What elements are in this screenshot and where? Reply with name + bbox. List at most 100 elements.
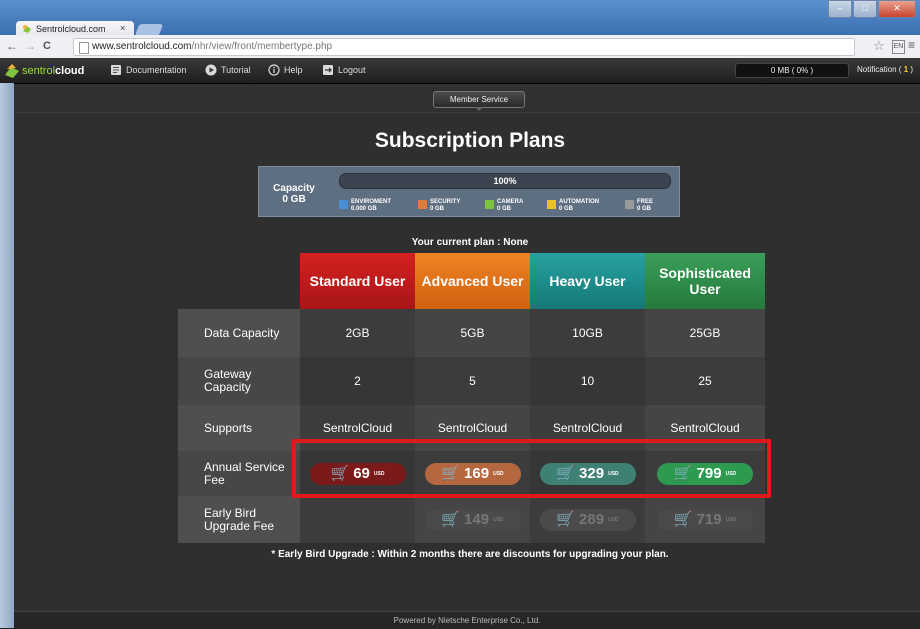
play-icon xyxy=(205,64,217,76)
nav-label: Logout xyxy=(338,65,366,75)
plan-header-advanced[interactable]: Advanced User xyxy=(415,253,530,309)
nav-documentation[interactable]: Documentation xyxy=(110,64,187,76)
price-currency: USD xyxy=(725,516,737,523)
row-label-data-capacity: Data Capacity xyxy=(178,309,300,357)
logo-bold: cloud xyxy=(55,64,85,77)
upgrade-heavy-button[interactable]: 🛒 289 USD xyxy=(539,508,636,531)
cart-icon: 🛒 xyxy=(556,511,576,528)
back-button[interactable]: ← xyxy=(6,39,18,53)
logout-icon xyxy=(323,65,333,75)
browser-window: Sentrolcloud.com × – □ ✕ ← → C www.sentr… xyxy=(0,0,920,629)
page-title: Subscription Plans xyxy=(374,129,566,152)
legend-swatch xyxy=(547,200,556,209)
footer: Powered by Nietsche Enterprise Co., Ltd. xyxy=(14,611,920,629)
page-icon xyxy=(79,42,89,54)
browser-menu-icon[interactable]: ≡ xyxy=(908,38,915,52)
capacity-value: 0 GB xyxy=(282,194,306,205)
extension-icon[interactable]: EN xyxy=(892,40,905,54)
legend-label: FREE xyxy=(637,199,654,205)
legend-label: ENVIROMENT xyxy=(351,199,392,205)
cell-data-advanced: 5GB xyxy=(415,309,530,357)
capacity-label: Capacity xyxy=(273,183,315,194)
url-input[interactable]: www.sentrolcloud.com/nhr/view/front/memb… xyxy=(73,38,855,56)
cell-gateway-heavy: 10 xyxy=(530,357,645,405)
cell-upgrade-advanced: 🛒 149 USD xyxy=(415,496,530,543)
logo-prefix: sentrol xyxy=(22,64,56,77)
row-label-upgrade-fee: Early Bird Upgrade Fee xyxy=(178,496,300,543)
nav-label: Documentation xyxy=(126,65,187,75)
capacity-label-block: Capacity 0 GB xyxy=(269,183,319,205)
nav-label: Tutorial xyxy=(221,65,251,75)
tab-member-service[interactable]: Member Service xyxy=(433,91,525,111)
tab-close-icon[interactable]: × xyxy=(120,23,125,33)
notification-label: Notification ( xyxy=(857,65,902,74)
nav-label: Help xyxy=(284,65,303,75)
legend-swatch xyxy=(625,200,634,209)
cell-data-heavy: 10GB xyxy=(530,309,645,357)
row-label-annual-fee: Annual Service Fee xyxy=(178,451,300,496)
sentrolcloud-logo[interactable]: sentrolcloud xyxy=(4,62,84,79)
service-tab-strip: Member Service xyxy=(14,84,920,113)
current-plan-text: Your current plan : None xyxy=(411,237,529,248)
bookmark-star-icon[interactable]: ☆ xyxy=(873,38,885,54)
cell-gateway-standard: 2 xyxy=(300,357,415,405)
cell-upgrade-standard xyxy=(300,496,415,543)
legend-swatch xyxy=(418,200,427,209)
app-top-bar: sentrolcloud Documentation Tutorial Help… xyxy=(0,58,920,84)
legend-swatch xyxy=(485,200,494,209)
price-amount: 719 xyxy=(696,511,722,528)
window-left-edge xyxy=(0,83,14,628)
cart-icon: 🛒 xyxy=(673,511,693,528)
favicon-icon xyxy=(23,25,31,33)
plan-header-heavy[interactable]: Heavy User xyxy=(530,253,645,309)
nav-logout[interactable]: Logout xyxy=(322,64,366,76)
nav-help[interactable]: Help xyxy=(268,64,303,76)
upgrade-advanced-button[interactable]: 🛒 149 USD xyxy=(424,508,521,531)
url-path: /nhr/view/front/membertype.php xyxy=(191,41,333,52)
cell-gateway-advanced: 5 xyxy=(415,357,530,405)
legend-value: 0 GB xyxy=(497,206,512,212)
cell-upgrade-heavy: 🛒 289 USD xyxy=(530,496,645,543)
maximize-button[interactable]: □ xyxy=(853,0,877,18)
cell-data-standard: 2GB xyxy=(300,309,415,357)
window-close-button[interactable]: ✕ xyxy=(878,0,916,18)
price-amount: 289 xyxy=(579,511,605,528)
price-amount: 149 xyxy=(464,511,490,528)
nav-tutorial[interactable]: Tutorial xyxy=(205,64,251,76)
cell-gateway-sophisticated: 25 xyxy=(645,357,765,405)
legend-label: AUTOMATION xyxy=(559,199,600,205)
notification-link[interactable]: Notification ( 1 ) xyxy=(857,65,913,74)
legend-label: SECURITY xyxy=(430,199,461,205)
price-currency: USD xyxy=(493,516,504,523)
tab-title: Sentrolcloud.com xyxy=(36,24,106,34)
address-bar: ← → C www.sentrolcloud.com/nhr/view/fron… xyxy=(0,35,920,59)
reload-button[interactable]: C xyxy=(43,40,51,52)
row-label-gateway-capacity: Gateway Capacity xyxy=(178,357,300,405)
plan-header-sophisticated[interactable]: Sophisticated User xyxy=(645,253,765,309)
document-icon xyxy=(111,65,121,75)
notification-close: ) xyxy=(910,65,914,74)
price-currency: USD xyxy=(608,516,619,523)
legend-swatch xyxy=(339,200,348,209)
notification-count: 1 xyxy=(903,65,909,74)
legend-label: CAMERA xyxy=(497,199,524,205)
legend-value: 0 GB xyxy=(637,206,652,212)
info-icon xyxy=(268,64,280,76)
url-host: www.sentrolcloud.com xyxy=(92,41,192,52)
highlight-box xyxy=(292,439,771,498)
window-controls: – □ ✕ xyxy=(828,0,916,18)
plan-header-standard[interactable]: Standard User xyxy=(300,253,415,309)
minimize-button[interactable]: – xyxy=(828,0,852,18)
upgrade-sophisticated-button[interactable]: 🛒 719 USD xyxy=(657,508,753,531)
capacity-progress-bar: 100% xyxy=(339,173,671,189)
storage-meter: 0 MB ( 0% ) xyxy=(735,63,849,78)
plan-comparison-table: Standard User Advanced User Heavy User S… xyxy=(178,253,765,543)
legend-value: 0 GB xyxy=(559,206,574,212)
early-bird-note: * Early Bird Upgrade : Within 2 months t… xyxy=(271,549,669,560)
forward-button[interactable]: → xyxy=(24,39,36,53)
legend-value: 0.000 GB xyxy=(351,206,377,212)
cell-data-sophisticated: 25GB xyxy=(645,309,765,357)
cell-upgrade-sophisticated: 🛒 719 USD xyxy=(645,496,765,543)
logo-mark-icon xyxy=(5,63,19,78)
cart-icon: 🛒 xyxy=(441,511,461,528)
